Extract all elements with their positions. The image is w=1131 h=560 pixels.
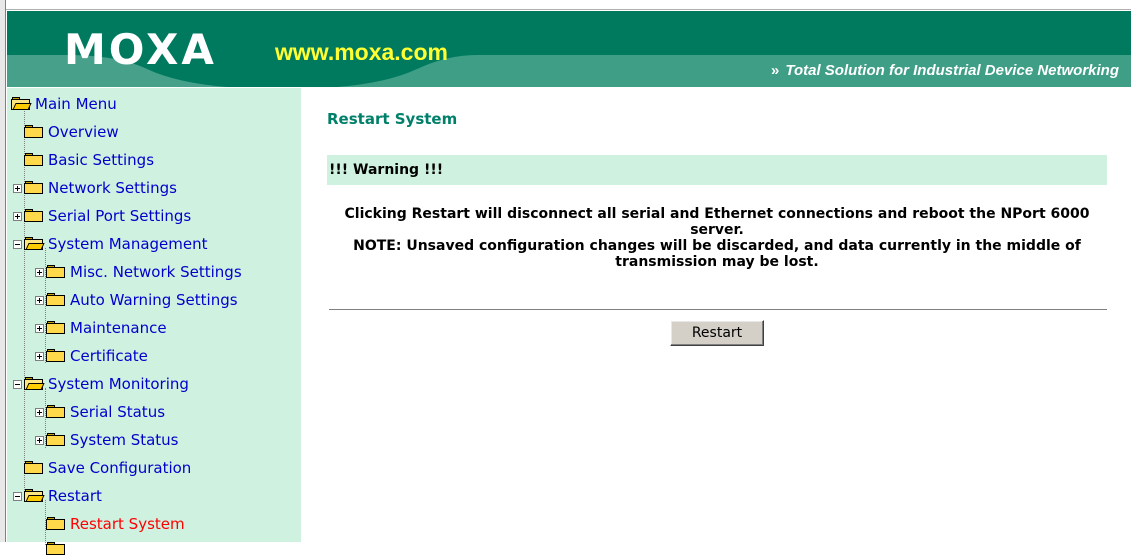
moxa-logo[interactable]: MOXA xyxy=(64,29,217,71)
expand-plus-icon[interactable] xyxy=(35,323,44,333)
sidebar-item-label: Restart xyxy=(48,487,102,505)
expand-plus-icon[interactable] xyxy=(13,183,22,193)
tagline-text: Total Solution for Industrial Device Net… xyxy=(785,62,1119,79)
sidebar-item-label: Serial Port Settings xyxy=(48,207,192,225)
sidebar-item-maintenance[interactable]: Maintenance xyxy=(35,317,167,339)
folder-icon xyxy=(46,293,66,307)
sidebar-item-label: Restart System xyxy=(70,515,185,533)
window-left-frame xyxy=(0,0,6,542)
expand-plus-icon[interactable] xyxy=(13,211,22,221)
sidebar-item-basic-settings[interactable]: Basic Settings xyxy=(13,149,154,171)
sidebar-item-label: System Status xyxy=(70,431,179,449)
expand-plus-icon[interactable] xyxy=(35,351,44,361)
sidebar-item-network-settings[interactable]: Network Settings xyxy=(13,177,177,199)
sidebar-item-label: Save Configuration xyxy=(48,459,192,477)
folder-icon xyxy=(46,542,66,556)
sidebar-item-auto-warning-settings[interactable]: Auto Warning Settings xyxy=(35,289,238,311)
sidebar-item-main-menu[interactable]: Main Menu xyxy=(11,93,117,115)
expand-plus-icon[interactable] xyxy=(35,267,44,277)
sidebar-item-label: Overview xyxy=(48,123,119,141)
open-folder-icon xyxy=(24,489,45,503)
folder-icon xyxy=(46,349,66,363)
sidebar-item-label: Network Settings xyxy=(48,179,177,197)
sidebar-item-label: Maintenance xyxy=(70,319,167,337)
open-folder-icon xyxy=(11,97,32,111)
folder-icon xyxy=(24,181,44,195)
sidebar-item-label: Serial Status xyxy=(70,403,166,421)
moxa-website-link[interactable]: www.moxa.com xyxy=(275,39,448,65)
collapse-minus-icon[interactable] xyxy=(13,379,22,389)
sidebar-item-label: Auto Warning Settings xyxy=(70,291,238,309)
collapse-minus-icon[interactable] xyxy=(13,491,22,501)
collapse-minus-icon[interactable] xyxy=(13,239,22,249)
open-folder-icon xyxy=(24,377,45,391)
header-banner: MOXA www.moxa.com » Total Solution for In… xyxy=(7,11,1131,87)
sidebar-item-label: Misc. Network Settings xyxy=(70,263,242,281)
folder-icon xyxy=(24,461,44,475)
folder-icon xyxy=(46,517,66,531)
expand-plus-icon[interactable] xyxy=(35,407,44,417)
sidebar-item-label: Main Menu xyxy=(35,95,117,113)
folder-icon xyxy=(24,153,44,167)
sidebar-item-restart[interactable]: Restart xyxy=(13,485,102,507)
sidebar-item-system-status[interactable]: System Status xyxy=(35,429,179,451)
sidebar-menu-tree: Main Menu Overview Basic Settings Networ… xyxy=(7,88,301,555)
sidebar-item-label: System Monitoring xyxy=(48,375,189,393)
folder-icon xyxy=(24,209,44,223)
sidebar-item-label: System Management xyxy=(48,235,208,253)
restart-button[interactable]: Restart xyxy=(670,320,764,346)
sidebar-item-save-configuration[interactable]: Save Configuration xyxy=(13,457,191,479)
double-chevron-right-icon: » xyxy=(771,62,780,79)
sidebar-item-label: Basic Settings xyxy=(48,151,155,169)
restart-message-line2: NOTE: Unsaved configuration changes will… xyxy=(353,238,1081,270)
sidebar-item-misc-network-settings[interactable]: Misc. Network Settings xyxy=(35,261,242,283)
page-title: Restart System xyxy=(327,110,458,128)
sidebar-item-overview[interactable]: Overview xyxy=(13,121,119,143)
warning-bar: !!! Warning !!! xyxy=(327,155,1107,185)
sidebar-item-restart-system[interactable]: Restart System xyxy=(35,513,185,535)
folder-icon xyxy=(24,125,44,139)
sidebar-item-system-management[interactable]: System Management xyxy=(13,233,208,255)
divider-line xyxy=(329,309,1107,311)
folder-icon xyxy=(46,433,66,447)
sidebar-item-serial-port-settings[interactable]: Serial Port Settings xyxy=(13,205,191,227)
expand-plus-icon[interactable] xyxy=(35,295,44,305)
folder-icon xyxy=(46,321,66,335)
sidebar-item-serial-status[interactable]: Serial Status xyxy=(35,401,165,423)
sidebar-item-certificate[interactable]: Certificate xyxy=(35,345,148,367)
expand-plus-icon[interactable] xyxy=(35,435,44,445)
open-folder-icon xyxy=(24,237,45,251)
sidebar-item-partial-cutoff xyxy=(35,538,66,560)
warning-text: !!! Warning !!! xyxy=(329,162,444,178)
sidebar-item-label: Certificate xyxy=(70,347,148,365)
restart-message: Clicking Restart will disconnect all ser… xyxy=(327,206,1107,270)
restart-message-line1: Clicking Restart will disconnect all ser… xyxy=(344,206,1090,238)
folder-icon xyxy=(46,265,66,279)
header-tagline: » Total Solution for Industrial Device Ne… xyxy=(771,62,1119,80)
window-top-frame xyxy=(0,0,1131,10)
sidebar-item-system-monitoring[interactable]: System Monitoring xyxy=(13,373,189,395)
folder-icon xyxy=(46,405,66,419)
